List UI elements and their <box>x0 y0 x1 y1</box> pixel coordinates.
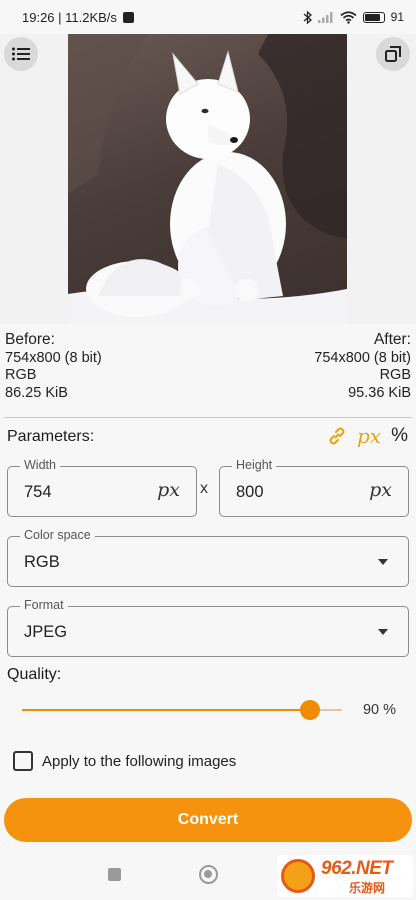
watermark-number: 962.NET <box>321 858 393 879</box>
dropdown-arrow-icon <box>378 559 388 565</box>
after-heading: After: <box>373 331 411 348</box>
height-value: 800 <box>236 483 264 501</box>
preview-image <box>68 34 347 324</box>
color-space-value: RGB <box>24 553 60 571</box>
height-unit: px <box>369 479 392 501</box>
status-bar: 19:26 | 11.2KB/s 91 <box>0 0 416 34</box>
signal-icon <box>317 12 333 23</box>
crop-button[interactable] <box>376 37 410 71</box>
apply-label: Apply to the following images <box>42 752 237 770</box>
before-file-size: 86.25 KiB <box>5 384 68 401</box>
status-left: 19:26 | 11.2KB/s <box>22 10 134 25</box>
format-label: Format <box>20 598 68 612</box>
quality-label: Quality: <box>7 666 62 683</box>
watermark-badge <box>281 859 315 893</box>
apply-checkbox[interactable] <box>13 751 33 771</box>
quality-value: 90 % <box>362 702 396 718</box>
apply-to-following-option[interactable]: Apply to the following images <box>13 751 236 771</box>
status-right: 91 <box>303 10 404 24</box>
color-space-label: Color space <box>20 528 95 542</box>
width-unit: px <box>157 479 180 501</box>
parameters-controls: px % <box>327 424 408 448</box>
menu-button[interactable] <box>4 37 38 71</box>
size-separator: x <box>200 480 208 497</box>
dropdown-arrow-icon <box>378 629 388 635</box>
before-dimensions: 754x800 (8 bit) <box>5 349 102 366</box>
after-color-space: RGB <box>379 367 411 383</box>
format-value: JPEG <box>24 623 68 641</box>
parameters-label: Parameters: <box>7 428 95 445</box>
wifi-icon <box>340 10 357 24</box>
divider <box>4 417 412 418</box>
notification-icon <box>122 11 134 23</box>
after-info: After: 754x800 (8 bit) RGB 95.36 KiB <box>314 331 411 402</box>
after-file-size: 95.36 KiB <box>348 384 411 401</box>
unit-percent-toggle[interactable]: % <box>391 425 408 447</box>
width-field[interactable]: Width 754 px <box>7 458 197 517</box>
image-preview-area <box>0 34 416 324</box>
before-heading: Before: <box>5 331 55 348</box>
color-space-dropdown[interactable]: Color space RGB <box>7 528 409 587</box>
battery-percent: 91 <box>390 10 404 24</box>
bluetooth-icon <box>303 10 312 24</box>
nav-home-icon[interactable] <box>199 865 218 884</box>
site-watermark: 962.NET 乐游网 <box>277 855 413 897</box>
quality-slider[interactable] <box>22 700 342 720</box>
width-label: Width <box>20 458 60 472</box>
link-icon[interactable] <box>327 426 347 446</box>
quality-slider-fill <box>22 709 310 711</box>
crop-icon <box>385 46 401 62</box>
convert-button[interactable]: Convert <box>4 798 412 842</box>
status-time-speed: 19:26 | 11.2KB/s <box>22 9 117 25</box>
height-label: Height <box>232 458 277 472</box>
before-info: Before: 754x800 (8 bit) RGB 86.25 KiB <box>5 331 102 402</box>
width-value: 754 <box>24 483 52 501</box>
nav-recents-icon[interactable] <box>108 868 121 881</box>
unit-px-toggle[interactable]: px <box>357 424 381 448</box>
format-dropdown[interactable]: Format JPEG <box>7 598 409 657</box>
quality-slider-thumb[interactable] <box>300 700 320 720</box>
menu-icon <box>12 47 30 61</box>
watermark-subtitle: 乐游网 <box>349 881 386 895</box>
battery-icon <box>362 11 385 23</box>
height-field[interactable]: Height 800 px <box>219 458 409 517</box>
before-color-space: RGB <box>5 367 37 383</box>
after-dimensions: 754x800 (8 bit) <box>314 349 411 366</box>
